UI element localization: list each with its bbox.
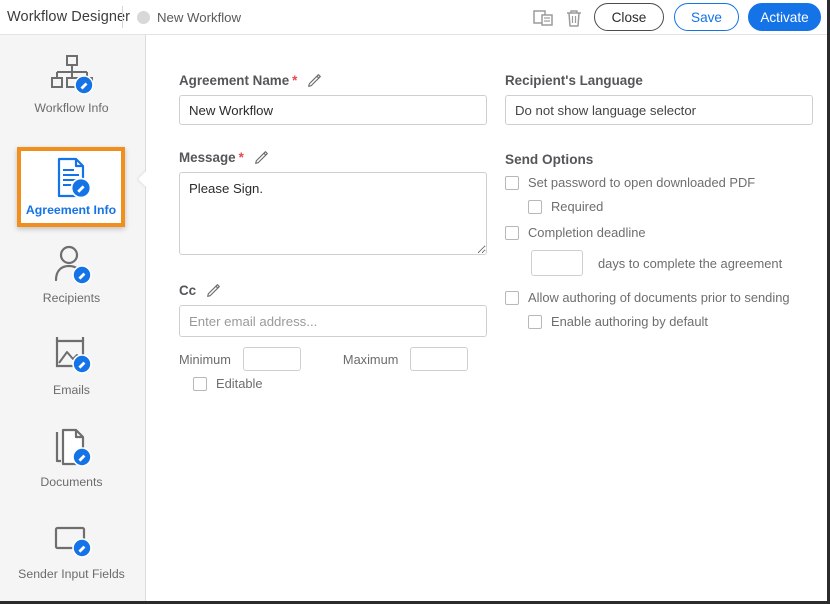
recipients-language-label: Recipient's Language xyxy=(505,73,643,88)
document-lines-icon xyxy=(48,156,94,200)
message-label-text: Message xyxy=(179,150,236,165)
cc-min-max-row: Minimum Maximum xyxy=(179,347,468,371)
maximum-label: Maximum xyxy=(343,352,398,367)
enable-authoring-label: Enable authoring by default xyxy=(551,314,708,329)
send-option-enable-authoring-row[interactable]: Enable authoring by default xyxy=(528,314,708,329)
cc-label: Cc xyxy=(179,283,221,298)
sidebar-collapse-arrow[interactable] xyxy=(138,170,147,188)
sidebar-item-label: Emails xyxy=(53,383,90,397)
save-button[interactable]: Save xyxy=(674,3,739,31)
sidebar-item-documents[interactable]: Documents xyxy=(14,427,129,503)
sidebar-item-sender-input-fields[interactable]: Sender Input Fields xyxy=(14,519,129,595)
agreement-name-label: Agreement Name* xyxy=(179,73,322,88)
set-password-checkbox[interactable] xyxy=(505,176,519,190)
cc-editable-checkbox[interactable] xyxy=(193,377,207,391)
documents-icon xyxy=(49,427,95,471)
required-mark: * xyxy=(239,150,244,165)
sidebar-item-recipients[interactable]: Recipients xyxy=(14,243,129,319)
activate-button[interactable]: Activate xyxy=(748,3,821,31)
cc-minimum-input[interactable] xyxy=(243,347,301,371)
input-field-icon xyxy=(49,519,95,563)
sidebar-item-label: Sender Input Fields xyxy=(18,567,125,581)
recipients-language-select[interactable] xyxy=(505,95,813,125)
send-option-set-password-row[interactable]: Set password to open downloaded PDF xyxy=(505,175,755,190)
cc-email-input[interactable] xyxy=(179,305,487,337)
set-password-label: Set password to open downloaded PDF xyxy=(528,175,755,190)
workflow-status-dot xyxy=(137,11,150,24)
required-checkbox[interactable] xyxy=(528,200,542,214)
agreement-name-input[interactable] xyxy=(179,95,487,125)
sidebar-item-agreement-info[interactable]: Agreement Info xyxy=(17,147,125,227)
agreement-name-label-text: Agreement Name xyxy=(179,73,289,88)
close-button[interactable]: Close xyxy=(594,3,664,31)
sidebar-item-label: Recipients xyxy=(43,291,100,305)
message-label: Message* xyxy=(179,150,269,165)
workflow-name-label: New Workflow xyxy=(157,10,241,25)
app-header: Workflow Designer New Workflow Close Sav… xyxy=(0,0,827,35)
deadline-days-row: days to complete the agreement xyxy=(531,250,782,276)
completion-deadline-checkbox[interactable] xyxy=(505,226,519,240)
send-options-heading: Send Options xyxy=(505,152,593,167)
pencil-icon[interactable] xyxy=(206,283,221,298)
pencil-icon[interactable] xyxy=(254,150,269,165)
person-icon xyxy=(49,243,95,287)
cc-editable-label: Editable xyxy=(216,376,263,391)
deadline-days-label: days to complete the agreement xyxy=(598,256,782,271)
enable-authoring-checkbox[interactable] xyxy=(528,315,542,329)
header-divider xyxy=(122,6,123,28)
duplicate-icon[interactable] xyxy=(531,6,555,30)
send-option-required-row[interactable]: Required xyxy=(528,199,603,214)
send-option-completion-deadline-row[interactable]: Completion deadline xyxy=(505,225,646,240)
sidebar-item-label: Workflow Info xyxy=(34,101,108,115)
cc-maximum-input[interactable] xyxy=(410,347,468,371)
allow-authoring-checkbox[interactable] xyxy=(505,291,519,305)
cc-label-text: Cc xyxy=(179,283,196,298)
deadline-days-input[interactable] xyxy=(531,250,583,276)
minimum-label: Minimum xyxy=(179,352,231,367)
completion-deadline-label: Completion deadline xyxy=(528,225,646,240)
allow-authoring-label: Allow authoring of documents prior to se… xyxy=(528,290,790,305)
required-mark: * xyxy=(292,73,297,88)
hierarchy-icon xyxy=(49,53,95,97)
sidebar-item-emails[interactable]: Emails xyxy=(14,335,129,411)
sidebar-item-label: Agreement Info xyxy=(26,203,116,217)
cc-editable-row[interactable]: Editable xyxy=(193,376,263,391)
trash-icon[interactable] xyxy=(562,6,586,30)
sidebar-nav: Workflow Info Agreement Info xyxy=(0,35,146,601)
image-mail-icon xyxy=(49,335,95,379)
workflow-designer-window: Workflow Designer New Workflow Close Sav… xyxy=(0,0,830,604)
page-title: Workflow Designer xyxy=(7,9,130,25)
send-option-allow-authoring-row[interactable]: Allow authoring of documents prior to se… xyxy=(505,290,790,305)
sidebar-item-label: Documents xyxy=(40,475,102,489)
pencil-icon[interactable] xyxy=(307,73,322,88)
required-label: Required xyxy=(551,199,603,214)
message-textarea[interactable]: Please Sign. xyxy=(179,172,487,255)
sidebar-item-workflow-info[interactable]: Workflow Info xyxy=(14,53,129,129)
main-content: Agreement Name* Message* xyxy=(147,35,827,601)
